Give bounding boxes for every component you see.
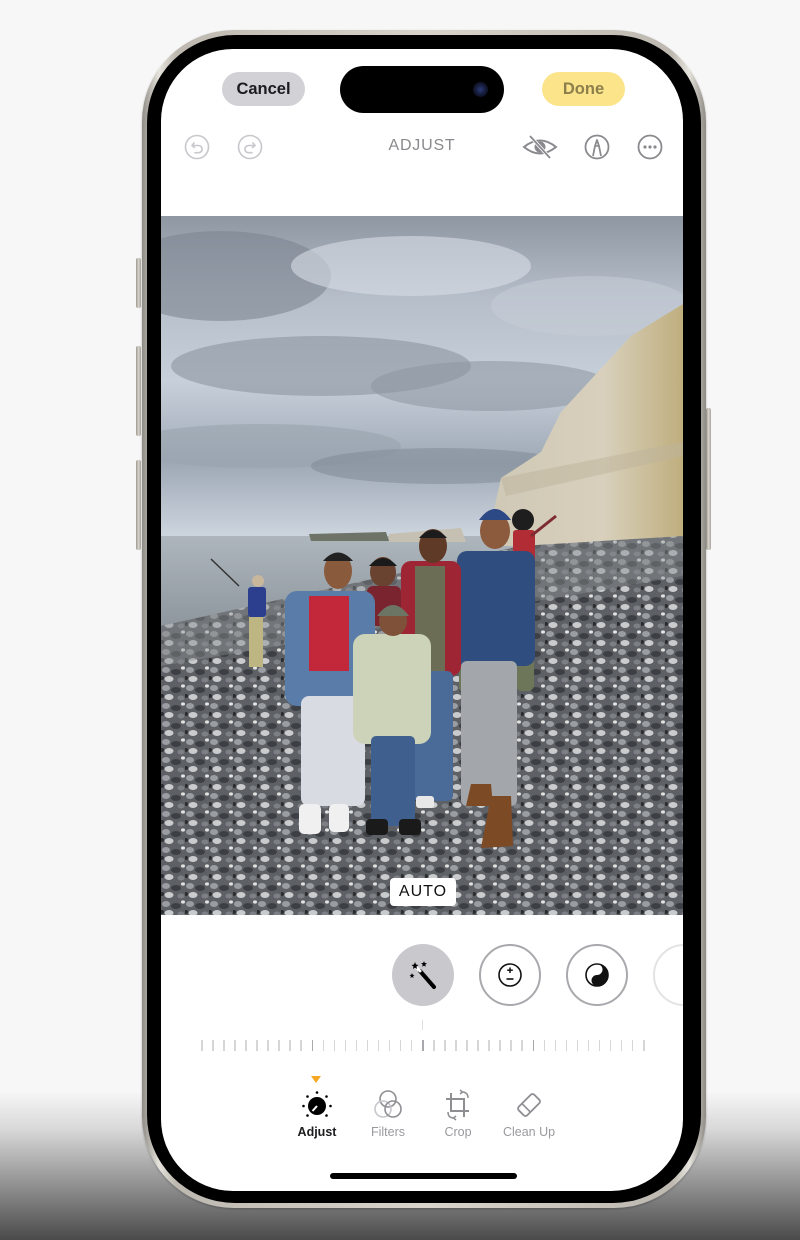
adjustment-slider[interactable] [201, 1020, 645, 1064]
filters-icon [374, 1090, 402, 1118]
photos-editor-screen: Cancel Done ADJUST AUTO Adjust Filters C… [161, 49, 683, 1191]
slider-tick [532, 1040, 534, 1051]
slider-tick [366, 1040, 369, 1051]
slider-tick [245, 1040, 247, 1051]
exposure-button[interactable] [479, 944, 541, 1006]
slider-tick [466, 1040, 468, 1051]
slider-tick [234, 1040, 236, 1051]
adjust-dial-icon [302, 1091, 332, 1117]
tab-adjust-label: Adjust [297, 1125, 337, 1139]
tab-crop-label: Crop [444, 1125, 472, 1139]
slider-tick [311, 1040, 313, 1051]
slider-tick [201, 1040, 203, 1051]
slider-tick [212, 1040, 214, 1051]
done-button[interactable]: Done [542, 72, 625, 106]
slider-tick [377, 1040, 380, 1051]
slider-tick [322, 1040, 325, 1051]
volume-up-button [136, 346, 141, 436]
slider-tick [223, 1040, 225, 1051]
slider-tick [399, 1040, 402, 1051]
slider-tick [455, 1040, 457, 1051]
slider-tick [543, 1040, 546, 1051]
slider-tick [278, 1040, 280, 1051]
dynamic-island [340, 66, 504, 113]
slider-tick [289, 1040, 291, 1051]
exposure-icon [498, 963, 522, 987]
slider-tick [631, 1040, 634, 1051]
slider-tick [643, 1040, 645, 1051]
slider-tick [521, 1040, 523, 1051]
markup-icon[interactable] [584, 134, 610, 160]
front-camera-icon [473, 82, 488, 97]
auto-badge: AUTO [390, 878, 456, 906]
slider-tick [598, 1040, 601, 1051]
slider-tick [488, 1040, 490, 1051]
slider-tick [554, 1040, 557, 1051]
slider-tick [333, 1040, 336, 1051]
more-icon[interactable] [637, 134, 663, 160]
family-beach-photo [161, 216, 683, 915]
next-tool-button[interactable] [653, 944, 683, 1006]
slider-tick [477, 1040, 479, 1051]
slider-tick [388, 1040, 391, 1051]
slider-tick [267, 1040, 269, 1051]
slider-tick [510, 1040, 512, 1051]
slider-tick [576, 1040, 579, 1051]
tab-adjust[interactable]: Adjust [282, 1089, 352, 1139]
slider-tick [499, 1040, 501, 1051]
slider-tick [587, 1040, 590, 1051]
slider-tick [433, 1040, 435, 1051]
action-button [136, 258, 141, 308]
tab-filters[interactable]: Filters [353, 1089, 423, 1139]
slider-tick [355, 1040, 358, 1051]
photo-canvas[interactable]: AUTO [161, 216, 683, 915]
tab-crop[interactable]: Crop [423, 1089, 493, 1139]
brilliance-button[interactable] [566, 944, 628, 1006]
cancel-button[interactable]: Cancel [222, 72, 305, 106]
slider-tick [609, 1040, 612, 1051]
edit-toolbar: ADJUST [161, 129, 683, 165]
slider-tick [422, 1040, 424, 1051]
tab-clean-up[interactable]: Clean Up [494, 1089, 564, 1139]
slider-tick [300, 1040, 302, 1051]
tab-filters-label: Filters [370, 1125, 406, 1139]
slider-tick [344, 1040, 347, 1051]
slider-tick [565, 1040, 568, 1051]
crop-icon [446, 1089, 469, 1121]
slider-tick [620, 1040, 623, 1051]
auto-enhance-button[interactable] [392, 944, 454, 1006]
hide-original-icon[interactable] [522, 134, 558, 160]
active-tab-indicator [311, 1076, 321, 1083]
brilliance-icon [585, 963, 609, 987]
slider-center-marker [422, 1020, 423, 1030]
volume-down-button [136, 460, 141, 550]
home-indicator[interactable] [330, 1173, 517, 1179]
slider-tick [256, 1040, 258, 1051]
eraser-icon [517, 1093, 541, 1117]
slider-tick [410, 1040, 413, 1051]
magic-wand-icon [409, 961, 436, 989]
tab-clean-up-label: Clean Up [502, 1125, 556, 1139]
power-button [706, 408, 711, 550]
slider-tick [444, 1040, 446, 1051]
